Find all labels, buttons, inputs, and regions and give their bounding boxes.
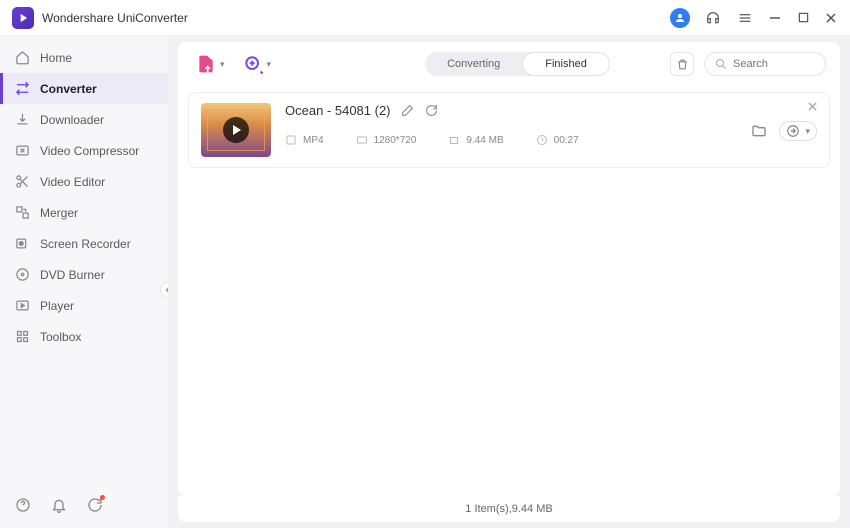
sidebar-item-recorder[interactable]: Screen Recorder [0, 228, 168, 259]
download-icon [14, 112, 30, 128]
feedback-icon[interactable] [86, 496, 104, 514]
search-icon [715, 58, 727, 70]
headset-support-icon[interactable] [704, 9, 722, 27]
sidebar-label: Player [40, 299, 74, 313]
search-input[interactable] [733, 58, 813, 70]
sidebar-item-dvd[interactable]: DVD Burner [0, 259, 168, 290]
sidebar-item-merger[interactable]: Merger [0, 197, 168, 228]
scissors-icon [14, 174, 30, 190]
disc-icon [14, 267, 30, 283]
video-thumbnail[interactable] [201, 103, 271, 157]
merger-icon [14, 205, 30, 221]
tab-finished[interactable]: Finished [522, 52, 610, 76]
minimize-button[interactable] [768, 11, 782, 25]
maximize-button[interactable] [796, 11, 810, 25]
sidebar-label: Merger [40, 206, 78, 220]
remove-file-button[interactable] [807, 101, 819, 113]
sidebar-label: Video Compressor [40, 144, 139, 158]
trash-button[interactable] [670, 52, 694, 76]
sidebar-item-toolbox[interactable]: Toolbox [0, 321, 168, 352]
sidebar-label: Downloader [40, 113, 104, 127]
file-row: Ocean - 54081 (2) MP4 1280*720 [188, 92, 830, 168]
sidebar-item-downloader[interactable]: Downloader [0, 104, 168, 135]
app-title: Wondershare UniConverter [42, 11, 188, 25]
add-file-icon [196, 54, 216, 74]
refresh-icon[interactable] [425, 104, 439, 118]
sidebar-label: Home [40, 51, 72, 65]
converter-icon [14, 81, 30, 97]
meta-size: 9.44 MB [448, 134, 503, 146]
sidebar-label: Toolbox [40, 330, 81, 344]
sidebar-label: Video Editor [40, 175, 105, 189]
sidebar-item-home[interactable]: Home [0, 42, 168, 73]
close-button[interactable] [824, 11, 838, 25]
resolution-icon [356, 134, 368, 146]
content-area: ▾ ▾ Converting Finished [168, 36, 850, 528]
sidebar: Home Converter Downloader Video Compress… [0, 36, 168, 528]
share-icon [786, 124, 800, 138]
add-url-button[interactable]: ▾ [239, 50, 276, 78]
meta-format: MP4 [285, 134, 324, 146]
file-title: Ocean - 54081 (2) [285, 103, 391, 118]
sidebar-item-converter[interactable]: Converter [0, 73, 168, 104]
status-summary: 1 Item(s),9.44 MB [465, 503, 552, 515]
toolbar: ▾ ▾ Converting Finished [178, 42, 840, 86]
app-logo [12, 7, 34, 29]
meta-resolution: 1280*720 [356, 134, 417, 146]
hamburger-menu-icon[interactable] [736, 9, 754, 27]
meta-duration: 00:27 [536, 134, 579, 146]
sidebar-label: Screen Recorder [40, 237, 131, 251]
search-box[interactable] [704, 52, 826, 76]
sidebar-item-compressor[interactable]: Video Compressor [0, 135, 168, 166]
chevron-down-icon: ▾ [805, 126, 810, 137]
user-account-icon[interactable] [670, 8, 690, 28]
help-icon[interactable] [14, 496, 32, 514]
chevron-down-icon: ▾ [220, 59, 225, 70]
size-icon [448, 134, 460, 146]
tab-converting[interactable]: Converting [425, 52, 522, 76]
sidebar-item-player[interactable]: Player [0, 290, 168, 321]
add-url-icon [243, 54, 263, 74]
home-icon [14, 50, 30, 66]
play-overlay-icon [223, 117, 249, 143]
add-file-button[interactable]: ▾ [192, 50, 229, 78]
sidebar-label: DVD Burner [40, 268, 105, 282]
play-icon [14, 298, 30, 314]
status-bar: 1 Item(s),9.44 MB [178, 496, 840, 522]
chevron-down-icon: ▾ [267, 59, 272, 70]
sidebar-label: Converter [40, 82, 97, 96]
grid-icon [14, 329, 30, 345]
share-dropdown[interactable]: ▾ [779, 121, 817, 141]
clock-icon [536, 134, 548, 146]
notification-bell-icon[interactable] [50, 496, 68, 514]
tab-segment: Converting Finished [425, 52, 610, 76]
format-icon [285, 134, 297, 146]
titlebar: Wondershare UniConverter [0, 0, 850, 36]
recorder-icon [14, 236, 30, 252]
edit-icon[interactable] [401, 104, 415, 118]
compressor-icon [14, 143, 30, 159]
open-folder-icon[interactable] [751, 123, 767, 139]
sidebar-item-editor[interactable]: Video Editor [0, 166, 168, 197]
